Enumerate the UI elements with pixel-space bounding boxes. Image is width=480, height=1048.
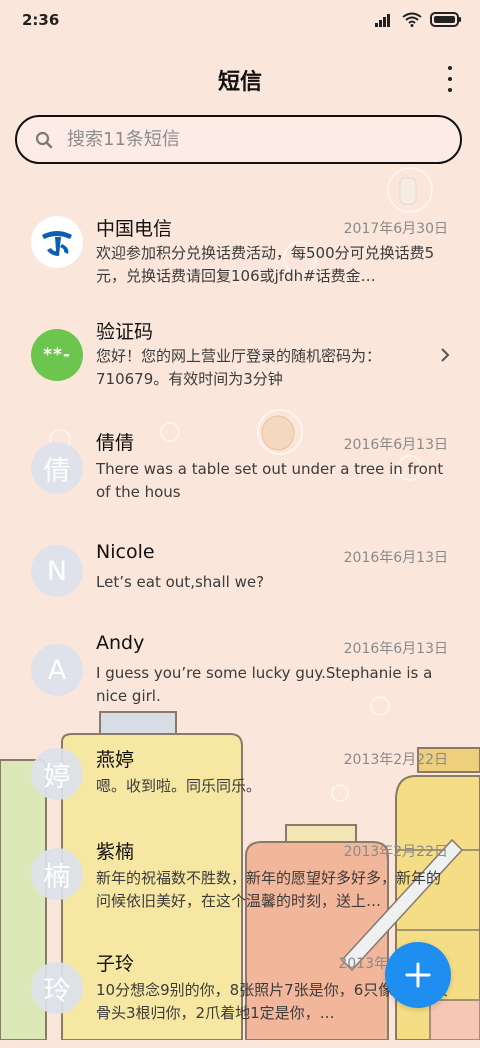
message-item[interactable]: 中国电信 2017年6月30日 欢迎参加积分兑换话费活动，每500分可兑换话费5…: [0, 200, 480, 300]
plus-icon: [405, 962, 431, 988]
message-date: 2017年6月30日: [343, 221, 448, 237]
avatar: N: [31, 545, 83, 597]
message-preview: There was a table set out under a tree i…: [96, 460, 444, 501]
message-date: 2016年6月13日: [343, 641, 448, 657]
sender-name: 紫楠: [96, 841, 135, 863]
status-icons: [374, 12, 462, 27]
message-date: 2013年2月22日: [343, 752, 448, 768]
message-date: 2016年6月13日: [343, 550, 448, 566]
wifi-icon: [402, 12, 422, 27]
title-bar: 短信: [0, 56, 480, 102]
message-preview: I guess you’re some lucky guy.Stephanie …: [96, 664, 433, 705]
search-icon: [35, 131, 53, 148]
sender-name: Andy: [96, 632, 145, 654]
avatar: 楠: [31, 848, 83, 900]
message-item[interactable]: N Nicole 2016年6月13日 Let’s eat out,shall …: [0, 540, 480, 640]
avatar: 婷: [31, 748, 83, 800]
message-date: 2013年: [338, 956, 388, 972]
battery-icon: [430, 12, 461, 27]
status-time: 2:36: [22, 11, 60, 29]
sender-name: 子玲: [96, 953, 135, 975]
message-item[interactable]: A Andy 2016年6月13日 I guess you’re some lu…: [0, 631, 480, 731]
message-preview: 您好！您的网上营业厅登录的随机密码为：710679。有效时间为3分钟: [96, 347, 382, 388]
message-item[interactable]: 倩 倩倩 2016年6月13日 There was a table set ou…: [0, 426, 480, 526]
status-bar: 2:36: [0, 0, 480, 44]
search-bar[interactable]: [15, 115, 462, 164]
message-item[interactable]: 婷 燕婷 2013年2月22日 嗯。收到啦。同乐同乐。: [0, 744, 480, 844]
search-input[interactable]: [65, 128, 449, 151]
message-preview: 新年的祝福数不胜数，新年的愿望好多好多，新年的问候依旧美好，在这个温馨的时刻，送…: [96, 869, 442, 910]
message-date: 2013年2月22日: [343, 844, 448, 860]
message-preview: 嗯。收到啦。同乐同乐。: [96, 777, 262, 795]
message-preview: Let’s eat out,shall we?: [96, 573, 265, 591]
china-telecom-logo-icon: [42, 231, 72, 256]
avatar: 玲: [31, 962, 83, 1014]
signal-icon: [375, 13, 390, 27]
message-item[interactable]: 楠 紫楠 2013年2月22日 新年的祝福数不胜数，新年的愿望好多好多，新年的问…: [0, 836, 480, 936]
message-date: 2016年6月13日: [343, 437, 448, 453]
avatar: **-: [31, 329, 83, 381]
page-title: 短信: [217, 70, 262, 95]
message-item[interactable]: **- 验证码 您好！您的网上营业厅登录的随机密码为：710679。有效时间为3…: [0, 313, 480, 413]
compose-button[interactable]: [385, 942, 451, 1008]
sender-name: 倩倩: [96, 432, 135, 454]
sender-name: 燕婷: [96, 749, 135, 771]
avatar: A: [31, 644, 83, 696]
sender-name: Nicole: [96, 541, 155, 563]
avatar: 倩: [31, 442, 83, 494]
message-preview: 欢迎参加积分兑换话费活动，每500分可兑换话费5元，兑换话费请回复106或jfd…: [96, 244, 435, 285]
sender-name: 中国电信: [96, 218, 173, 240]
more-vertical-icon: [448, 66, 452, 70]
more-options-button[interactable]: [444, 66, 456, 92]
sender-name: 验证码: [96, 321, 154, 343]
avatar: [31, 216, 83, 268]
